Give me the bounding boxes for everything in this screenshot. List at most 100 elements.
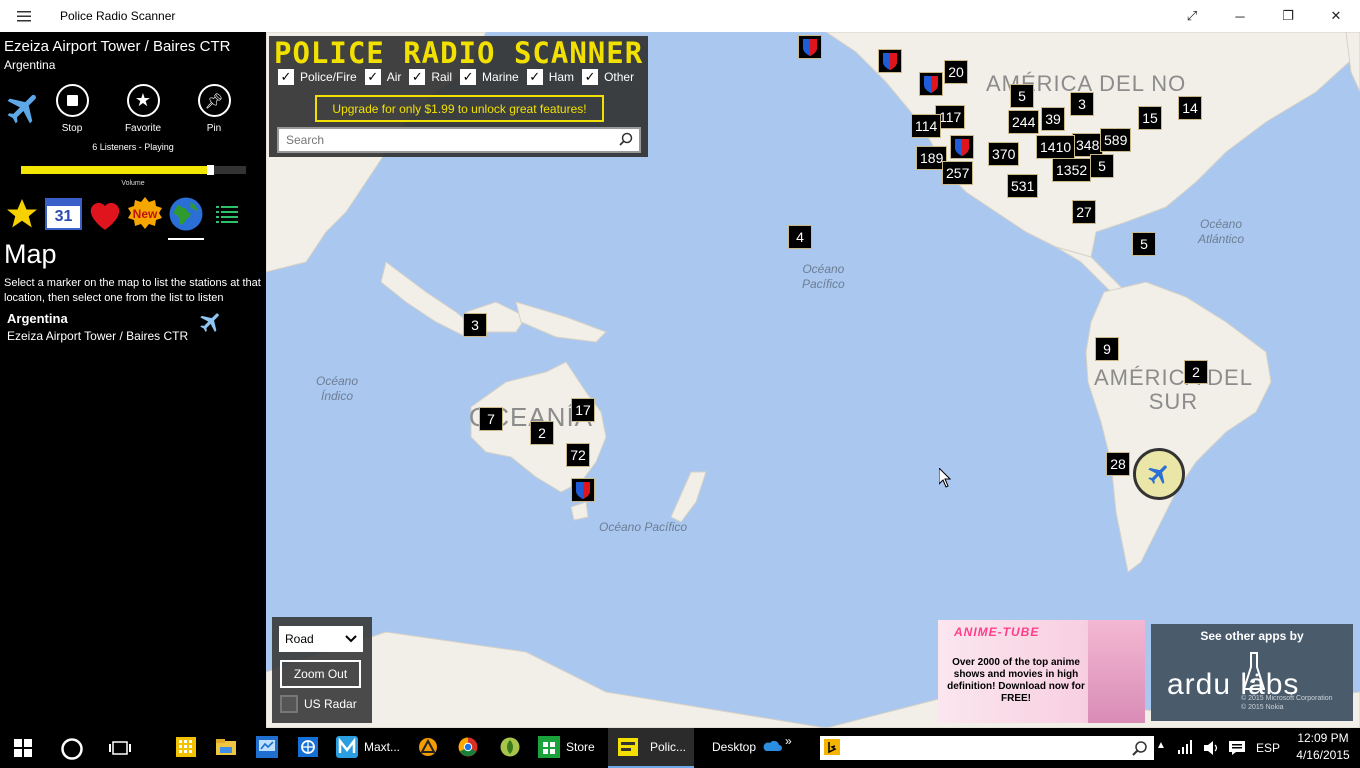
pin-button[interactable]: 📌︎ Pin: [186, 84, 242, 134]
station-marker[interactable]: 3: [1070, 92, 1094, 116]
stop-label: Stop: [61, 123, 83, 134]
station-marker[interactable]: 28: [1106, 452, 1130, 476]
ocean-label: Océano Atlántico: [1198, 217, 1245, 246]
app-brand: POLICE RADIO SCANNER: [274, 36, 644, 70]
system-clock[interactable]: 12:09 PM 4/16/2015: [1290, 730, 1356, 764]
station-marker[interactable]: 72: [566, 443, 590, 467]
taskbar-app-police-scanner[interactable]: Polic...: [608, 728, 694, 768]
stop-button[interactable]: Stop: [44, 84, 100, 134]
volume-icon[interactable]: [1202, 740, 1220, 756]
station-marker[interactable]: 5: [1010, 84, 1034, 108]
station-marker[interactable]: 20: [944, 60, 968, 84]
show-hidden-icons-chevron-icon[interactable]: ▲: [1156, 740, 1166, 751]
close-button[interactable]: ✕: [1312, 0, 1360, 32]
fullscreen-button[interactable]: ⤢: [1168, 0, 1216, 32]
favorite-button[interactable]: ★ Favorite: [115, 84, 171, 134]
restore-button[interactable]: ❐: [1264, 0, 1312, 32]
station-marker[interactable]: 3: [463, 313, 487, 337]
station-marker[interactable]: 2: [530, 421, 554, 445]
fullscreen-icon: ⤢: [1186, 8, 1198, 23]
task-view-button[interactable]: [109, 740, 131, 756]
station-marker[interactable]: 39: [1041, 107, 1065, 131]
police-marker[interactable]: [571, 478, 595, 502]
taskbar-app[interactable]: [418, 737, 438, 757]
search-icon[interactable]: [619, 132, 633, 151]
action-center-icon[interactable]: [1228, 740, 1246, 756]
taskbar-app[interactable]: [500, 737, 520, 757]
input-language[interactable]: ESP: [1256, 741, 1280, 755]
station-marker[interactable]: 9: [1095, 337, 1119, 361]
filter-police-fire[interactable]: ✓ Police/Fire: [278, 69, 357, 85]
zoom-out-button[interactable]: Zoom Out: [280, 660, 361, 688]
police-marker[interactable]: [798, 35, 822, 59]
minimize-icon: ─: [1235, 8, 1245, 24]
taskbar-app[interactable]: [216, 737, 236, 757]
us-radar-toggle[interactable]: US Radar: [280, 695, 357, 713]
volume-slider[interactable]: [21, 165, 246, 175]
station-marker[interactable]: 257: [942, 161, 974, 185]
favorites-star-icon[interactable]: [4, 196, 40, 237]
police-marker[interactable]: [878, 49, 902, 73]
filter-checkboxes: ✓ Police/Fire ✓ Air ✓ Rail ✓ Marine ✓ Ham ✓ Ot…: [278, 69, 642, 85]
taskbar-app-maxthon[interactable]: Maxt...: [336, 736, 400, 758]
taskbar-search-box[interactable]: [820, 736, 1154, 760]
station-marker[interactable]: 589: [1100, 128, 1132, 152]
upgrade-button[interactable]: Upgrade for only $1.99 to unlock great f…: [315, 95, 604, 122]
network-signal-icon[interactable]: [1178, 740, 1194, 754]
desktop-toolbar[interactable]: Desktop: [712, 740, 756, 754]
station-marker[interactable]: 114: [911, 114, 942, 138]
list-icon[interactable]: [216, 204, 238, 229]
new-badge-label: New: [132, 207, 158, 221]
station-marker[interactable]: 5: [1132, 232, 1156, 256]
globe-icon[interactable]: [168, 196, 204, 240]
station-marker[interactable]: 370: [988, 142, 1020, 166]
selected-airport-marker[interactable]: [1133, 448, 1185, 500]
taskbar-app[interactable]: [176, 737, 196, 757]
pin-label: Pin: [206, 123, 222, 134]
filter-marine[interactable]: ✓ Marine: [460, 69, 519, 85]
list-item-country: Argentina: [7, 311, 68, 326]
search-input[interactable]: [279, 129, 609, 151]
toolbar-overflow-chevron-icon[interactable]: »: [785, 734, 792, 748]
heart-icon[interactable]: [86, 196, 124, 237]
filter-other[interactable]: ✓ Other: [582, 69, 634, 85]
filter-air[interactable]: ✓ Air: [364, 69, 401, 85]
police-marker[interactable]: [950, 135, 974, 159]
station-marker[interactable]: 1352: [1052, 158, 1092, 182]
hamburger-menu-button[interactable]: [0, 0, 48, 32]
new-badge-icon[interactable]: New: [126, 196, 164, 232]
volume-label: Volume: [121, 180, 145, 187]
checkbox-checked-icon: ✓: [409, 69, 426, 85]
windows-start-button[interactable]: [14, 739, 32, 757]
filter-ham[interactable]: ✓ Ham: [526, 69, 574, 85]
filter-rail[interactable]: ✓ Rail: [409, 69, 452, 85]
search-box[interactable]: [277, 127, 641, 153]
minimize-button[interactable]: ─: [1216, 0, 1264, 32]
station-marker[interactable]: 4: [788, 225, 812, 249]
police-scanner-app-icon: [618, 738, 638, 756]
arduo-labs-ad[interactable]: See other apps by ardu labs © 2015 Micro…: [1151, 624, 1353, 721]
calendar-icon[interactable]: 31: [45, 198, 82, 230]
station-marker[interactable]: 5: [1090, 154, 1114, 178]
station-marker[interactable]: 7: [479, 407, 503, 431]
taskbar-app[interactable]: [298, 737, 318, 757]
taskbar-app-store[interactable]: Store: [538, 736, 595, 758]
cortana-button[interactable]: [60, 737, 84, 761]
vlc-like-icon: [419, 738, 437, 756]
station-marker[interactable]: 244: [1008, 110, 1040, 134]
station-marker[interactable]: 1410: [1036, 135, 1076, 159]
taskbar-app[interactable]: [458, 737, 478, 757]
police-marker[interactable]: [919, 72, 943, 96]
station-marker[interactable]: 27: [1072, 200, 1096, 224]
station-marker[interactable]: 531: [1007, 174, 1039, 198]
taskbar-app[interactable]: [256, 736, 278, 758]
map-type-select[interactable]: Road: [279, 626, 363, 652]
station-marker[interactable]: 14: [1178, 96, 1202, 120]
station-marker[interactable]: 17: [571, 398, 595, 422]
ocean-label: Océano Índico: [316, 374, 359, 403]
station-marker[interactable]: 2: [1184, 360, 1208, 384]
station-marker[interactable]: 15: [1138, 106, 1162, 130]
onedrive-icon[interactable]: [762, 738, 782, 752]
volume-thumb[interactable]: [207, 165, 214, 175]
anime-tube-ad[interactable]: ANIME-TUBE Over 2000 of the top anime sh…: [938, 620, 1145, 723]
